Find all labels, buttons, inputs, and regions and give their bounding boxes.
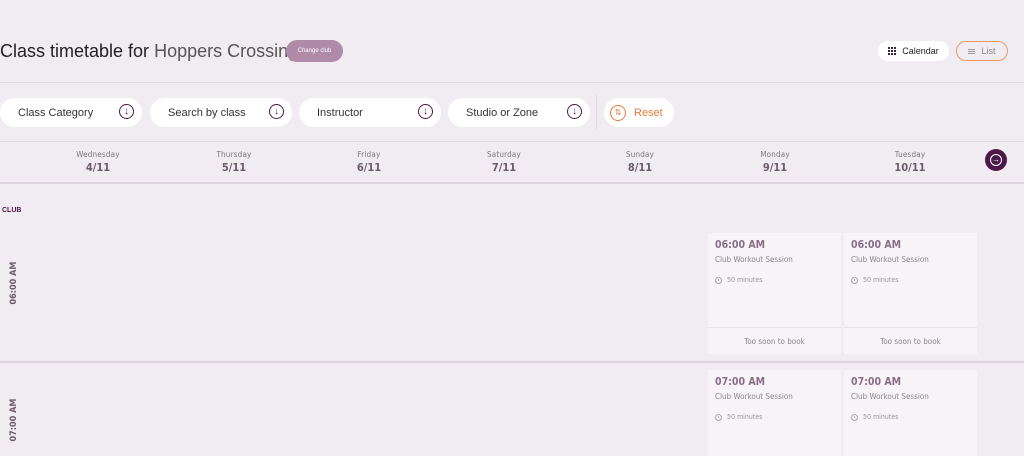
arrow-down-icon: ↓ bbox=[269, 104, 284, 119]
filter-divider bbox=[596, 95, 597, 129]
arrow-down-icon: ↓ bbox=[567, 104, 582, 119]
day-header-row: Wednesday 4/11 Thursday 5/11 Friday 6/11… bbox=[0, 142, 1024, 184]
class-card[interactable]: 06:00 AM Club Workout Session 50 minutes… bbox=[708, 233, 841, 354]
class-duration: 50 minutes bbox=[715, 276, 763, 284]
list-view-button[interactable]: List bbox=[956, 41, 1008, 61]
class-time: 07:00 AM bbox=[851, 376, 902, 388]
reset-label: Reset bbox=[634, 106, 663, 119]
class-category-label: Class Category bbox=[18, 106, 94, 119]
day-name: Tuesday bbox=[894, 150, 926, 159]
instructor-filter[interactable]: Instructor ↓ bbox=[299, 98, 441, 127]
day-date: 7/11 bbox=[491, 161, 517, 174]
arrow-right-icon: → bbox=[990, 154, 1002, 166]
day-date: 4/11 bbox=[85, 161, 111, 174]
reset-button[interactable]: ⇅ Reset bbox=[604, 98, 674, 127]
day-date: 8/11 bbox=[627, 161, 653, 174]
class-card[interactable]: 06:00 AM Club Workout Session 50 minutes… bbox=[844, 233, 977, 354]
class-time: 07:00 AM bbox=[715, 376, 766, 388]
class-name: Club Workout Session bbox=[715, 392, 793, 401]
class-card[interactable]: 07:00 AM Club Workout Session 50 minutes bbox=[708, 370, 841, 456]
day-column-header: Saturday 7/11 bbox=[459, 150, 549, 174]
section-label: CLUB bbox=[2, 207, 22, 214]
title-prefix: Class timetable for bbox=[0, 41, 150, 61]
calendar-view-button[interactable]: Calendar bbox=[878, 41, 949, 61]
day-column-header: Monday 9/11 bbox=[730, 150, 820, 174]
class-duration: 50 minutes bbox=[715, 413, 763, 421]
time-slot-label: 06:00 AM bbox=[9, 261, 19, 305]
day-column-header: Thursday 5/11 bbox=[189, 150, 279, 174]
clock-icon bbox=[851, 276, 858, 284]
day-date: 6/11 bbox=[356, 161, 382, 174]
studio-zone-label: Studio or Zone bbox=[466, 106, 539, 119]
search-by-class-filter[interactable]: Search by class ↓ bbox=[150, 98, 292, 127]
arrow-down-icon: ↓ bbox=[119, 104, 134, 119]
day-column-header: Wednesday 4/11 bbox=[53, 150, 143, 174]
class-name: Club Workout Session bbox=[851, 255, 929, 264]
calendar-view-label: Calendar bbox=[902, 46, 939, 56]
day-date: 10/11 bbox=[894, 161, 926, 174]
duration-text: 50 minutes bbox=[863, 276, 899, 284]
duration-text: 50 minutes bbox=[863, 413, 899, 421]
list-icon bbox=[968, 48, 976, 54]
class-time: 06:00 AM bbox=[715, 239, 766, 251]
day-name: Wednesday bbox=[76, 150, 120, 159]
time-slot-label: 07:00 AM bbox=[9, 398, 19, 442]
class-card[interactable]: 07:00 AM Club Workout Session 50 minutes bbox=[844, 370, 977, 456]
calendar-grid-icon bbox=[888, 47, 897, 55]
clock-icon bbox=[715, 413, 722, 421]
instructor-label: Instructor bbox=[317, 106, 363, 119]
class-duration: 50 minutes bbox=[851, 276, 899, 284]
page-header: Class timetable for Hoppers Crossing Cha… bbox=[0, 0, 1024, 83]
change-club-button[interactable]: Change club bbox=[286, 40, 343, 62]
studio-zone-filter[interactable]: Studio or Zone ↓ bbox=[448, 98, 590, 127]
duration-text: 50 minutes bbox=[727, 276, 763, 284]
search-by-class-label: Search by class bbox=[168, 106, 246, 119]
filter-bar: Class Category ↓ Search by class ↓ Instr… bbox=[0, 83, 1024, 142]
next-week-button[interactable]: → bbox=[985, 149, 1007, 171]
day-name: Friday bbox=[357, 150, 381, 159]
class-name: Club Workout Session bbox=[715, 255, 793, 264]
page-title: Class timetable for Hoppers Crossing bbox=[0, 41, 298, 62]
class-category-filter[interactable]: Class Category ↓ bbox=[0, 98, 142, 127]
class-time: 06:00 AM bbox=[851, 239, 902, 251]
booking-status: Too soon to book bbox=[708, 327, 841, 354]
class-duration: 50 minutes bbox=[851, 413, 899, 421]
clock-icon bbox=[851, 413, 858, 421]
class-name: Club Workout Session bbox=[851, 392, 929, 401]
day-name: Saturday bbox=[486, 150, 522, 159]
day-column-header: Friday 6/11 bbox=[324, 150, 414, 174]
filter-reset-icon: ⇅ bbox=[610, 104, 626, 121]
arrow-down-icon: ↓ bbox=[418, 104, 433, 119]
day-name: Thursday bbox=[216, 150, 252, 159]
day-column-header: Sunday 8/11 bbox=[595, 150, 685, 174]
duration-text: 50 minutes bbox=[727, 413, 763, 421]
day-name: Sunday bbox=[625, 150, 655, 159]
clock-icon bbox=[715, 276, 722, 284]
day-name: Monday bbox=[760, 150, 790, 159]
list-view-label: List bbox=[981, 46, 996, 56]
day-date: 5/11 bbox=[221, 161, 247, 174]
day-date: 9/11 bbox=[762, 161, 788, 174]
row-divider bbox=[0, 361, 1024, 363]
day-column-header: Tuesday 10/11 bbox=[865, 150, 955, 174]
booking-status: Too soon to book bbox=[844, 327, 977, 354]
club-name: Hoppers Crossing bbox=[154, 41, 299, 61]
